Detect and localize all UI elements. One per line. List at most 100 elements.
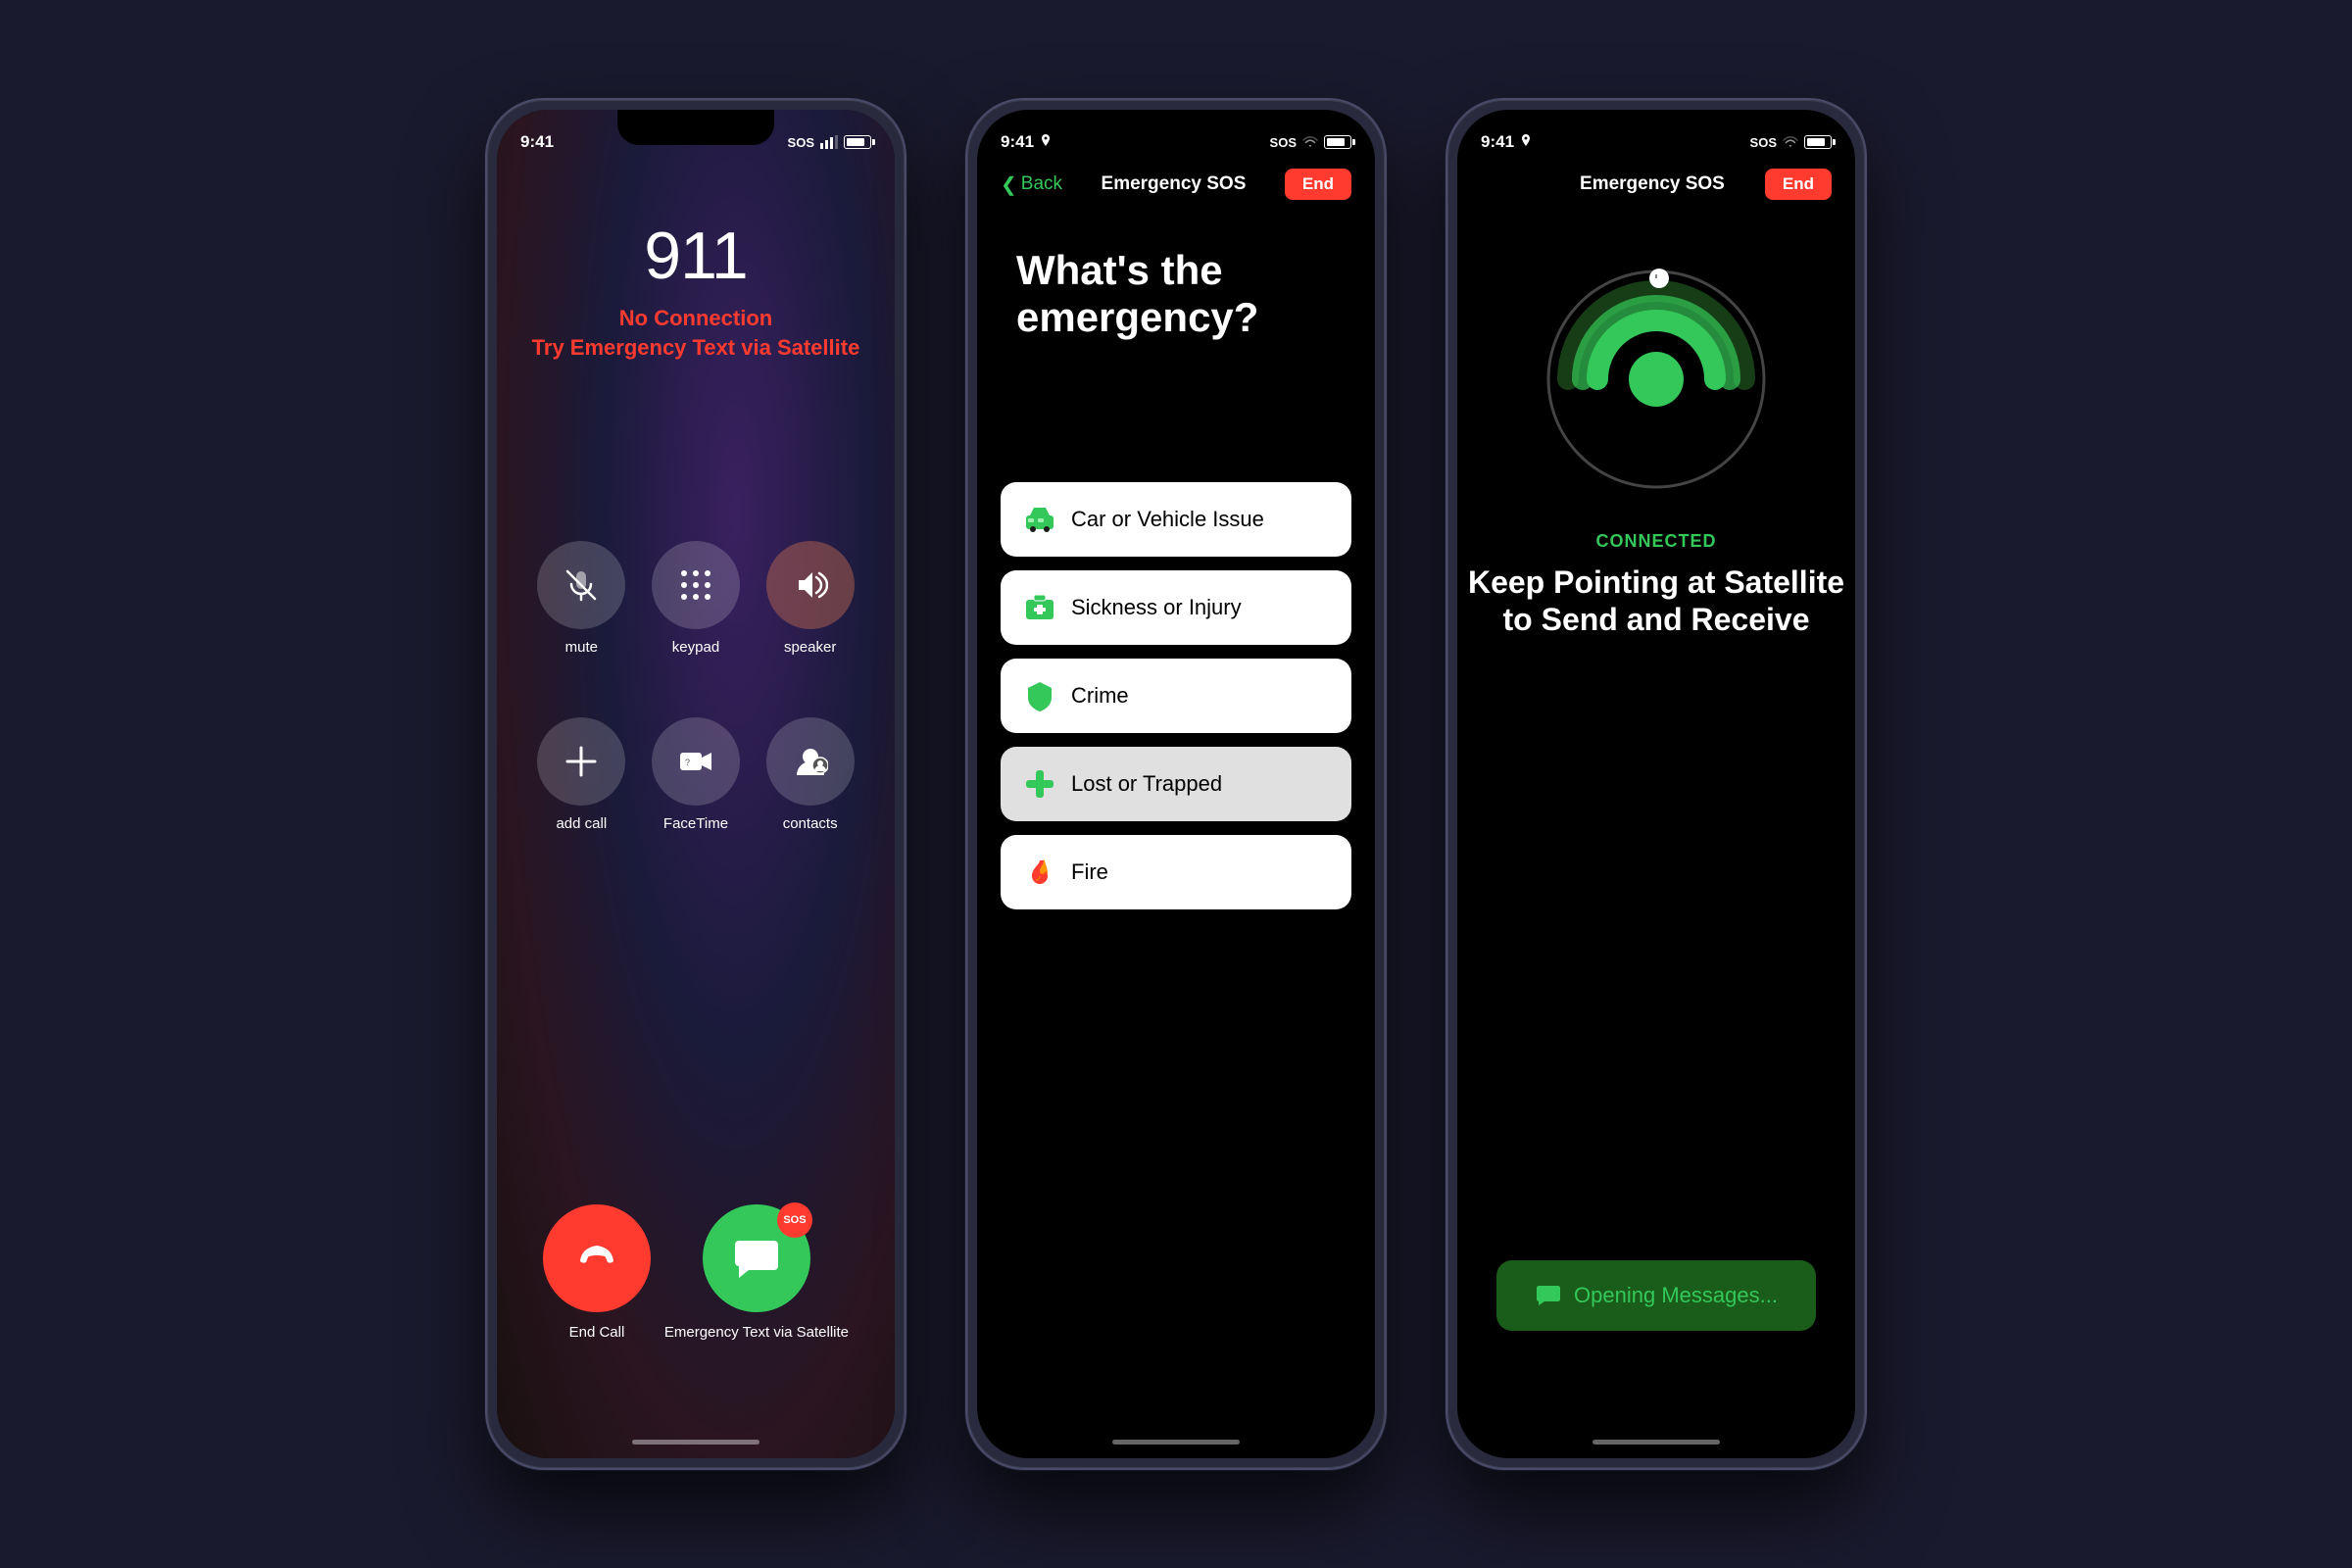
emergency-options: Car or Vehicle Issue Sickness or Injury … — [1001, 482, 1351, 909]
sos-icon-2: SOS — [1270, 135, 1297, 150]
facetime-circle: ? — [652, 717, 740, 806]
dynamic-island-3 — [1592, 122, 1720, 156]
wifi-icon-3 — [1783, 135, 1798, 149]
contacts-icon — [793, 744, 828, 779]
end-button-2[interactable]: End — [1285, 169, 1351, 200]
cross-plus-icon — [1024, 768, 1055, 800]
time-3: 9:41 — [1481, 132, 1532, 152]
contacts-button[interactable]: contacts — [764, 717, 856, 832]
satellite-visual — [1519, 227, 1793, 502]
signal-icon — [820, 135, 838, 149]
sos-badge: SOS — [777, 1202, 812, 1238]
mute-label: mute — [565, 639, 598, 656]
facetime-icon: ? — [678, 744, 713, 779]
keypad-icon — [679, 568, 712, 602]
sos-label: Emergency Text via Satellite — [664, 1324, 849, 1341]
battery-fill-3 — [1807, 138, 1825, 146]
emergency-question: What's the emergency? — [1016, 247, 1336, 342]
connected-label: CONNECTED — [1457, 531, 1855, 552]
battery-icon-3 — [1804, 135, 1832, 149]
no-connection-text: No Connection — [497, 306, 895, 331]
mic-slash-icon — [564, 567, 599, 603]
connected-subtitle: Keep Pointing at Satellite to Send and R… — [1457, 564, 1855, 639]
speaker-button[interactable]: speaker — [764, 541, 856, 656]
crime-option[interactable]: Crime — [1001, 659, 1351, 733]
connected-status: CONNECTED Keep Pointing at Satellite to … — [1457, 531, 1855, 639]
location-icon-3 — [1520, 134, 1532, 150]
message-icon-3 — [1535, 1282, 1562, 1309]
end-call-label: End Call — [569, 1324, 625, 1341]
time: 9:41 — [520, 132, 554, 152]
back-label: Back — [1021, 173, 1062, 195]
svg-text:?: ? — [685, 758, 690, 767]
medical-kit-icon — [1024, 592, 1055, 623]
keypad-label: keypad — [672, 639, 719, 656]
end-call-button[interactable]: End Call — [543, 1204, 651, 1341]
keypad-button[interactable]: keypad — [651, 541, 742, 656]
subtitle-line-2: to Send and Receive — [1503, 602, 1810, 637]
status-icons-2: SOS — [1270, 135, 1351, 150]
nav-bar-2: ❮ Back Emergency SOS End — [977, 169, 1375, 200]
phone-1: 9:41 SOS 911 No Connection Try Emergency… — [485, 98, 906, 1470]
lost-option-label: Lost or Trapped — [1071, 771, 1222, 797]
home-indicator — [632, 1440, 760, 1445]
location-icon — [1040, 134, 1052, 150]
home-indicator-3 — [1592, 1440, 1720, 1445]
mute-circle — [537, 541, 625, 629]
fire-option[interactable]: Fire — [1001, 835, 1351, 909]
sos-circle: SOS — [703, 1204, 810, 1312]
phone-1-screen: 9:41 SOS 911 No Connection Try Emergency… — [497, 110, 895, 1458]
shield-icon — [1024, 680, 1055, 711]
speaker-circle — [766, 541, 855, 629]
chevron-left-icon: ❮ — [1001, 172, 1017, 197]
speaker-icon — [793, 567, 828, 603]
end-call-icon — [572, 1234, 621, 1283]
sos-icon: SOS — [788, 135, 814, 150]
satellite-svg — [1519, 227, 1793, 502]
phone-number: 911 — [497, 218, 895, 294]
contacts-circle — [766, 717, 855, 806]
add-call-button[interactable]: add call — [536, 717, 627, 832]
battery-fill — [847, 138, 864, 146]
end-button-3[interactable]: End — [1765, 169, 1832, 200]
add-call-circle — [537, 717, 625, 806]
wifi-icon — [1302, 135, 1318, 149]
keypad-circle — [652, 541, 740, 629]
call-bottom-actions: End Call SOS Emergency Text via Satellit… — [497, 1204, 895, 1341]
notch — [617, 110, 774, 145]
add-call-label: add call — [556, 815, 607, 832]
battery-fill-2 — [1327, 138, 1345, 146]
try-satellite-text: Try Emergency Text via Satellite — [497, 335, 895, 361]
subtitle-line-1: Keep Pointing at Satellite — [1468, 564, 1844, 600]
battery-icon — [844, 135, 871, 149]
call-controls: mute keypad — [497, 541, 895, 656]
opening-messages-button[interactable]: Opening Messages... — [1496, 1260, 1816, 1331]
fire-icon — [1024, 857, 1055, 888]
phone-2-screen: 9:41 SOS ❮ Back — [977, 110, 1375, 1458]
call-status: No Connection Try Emergency Text via Sat… — [497, 306, 895, 361]
facetime-button[interactable]: ? FaceTime — [651, 717, 742, 832]
nav-title-2: Emergency SOS — [1102, 173, 1247, 195]
time-2: 9:41 — [1001, 132, 1052, 152]
call-controls-2: add call ? FaceTime — [497, 717, 895, 832]
lost-trapped-option[interactable]: Lost or Trapped — [1001, 747, 1351, 821]
back-button[interactable]: ❮ Back — [1001, 172, 1062, 197]
sickness-injury-option[interactable]: Sickness or Injury — [1001, 570, 1351, 645]
sickness-option-label: Sickness or Injury — [1071, 595, 1242, 620]
message-bubble-icon — [731, 1233, 782, 1284]
speaker-label: speaker — [784, 639, 836, 656]
car-icon — [1024, 504, 1055, 535]
sos-button[interactable]: SOS Emergency Text via Satellite — [664, 1204, 849, 1341]
car-vehicle-option[interactable]: Car or Vehicle Issue — [1001, 482, 1351, 557]
nav-title-3: Emergency SOS — [1580, 173, 1725, 195]
dynamic-island — [1112, 122, 1240, 156]
phone-3-screen: 9:41 SOS Emergency SOS End — [1457, 110, 1855, 1458]
phone-2: 9:41 SOS ❮ Back — [965, 98, 1387, 1470]
home-indicator-2 — [1112, 1440, 1240, 1445]
status-icons-3: SOS — [1750, 135, 1832, 150]
status-icons: SOS — [788, 135, 871, 150]
battery-icon-2 — [1324, 135, 1351, 149]
opening-messages-label: Opening Messages... — [1574, 1283, 1778, 1308]
plus-icon — [564, 744, 599, 779]
mute-button[interactable]: mute — [536, 541, 627, 656]
